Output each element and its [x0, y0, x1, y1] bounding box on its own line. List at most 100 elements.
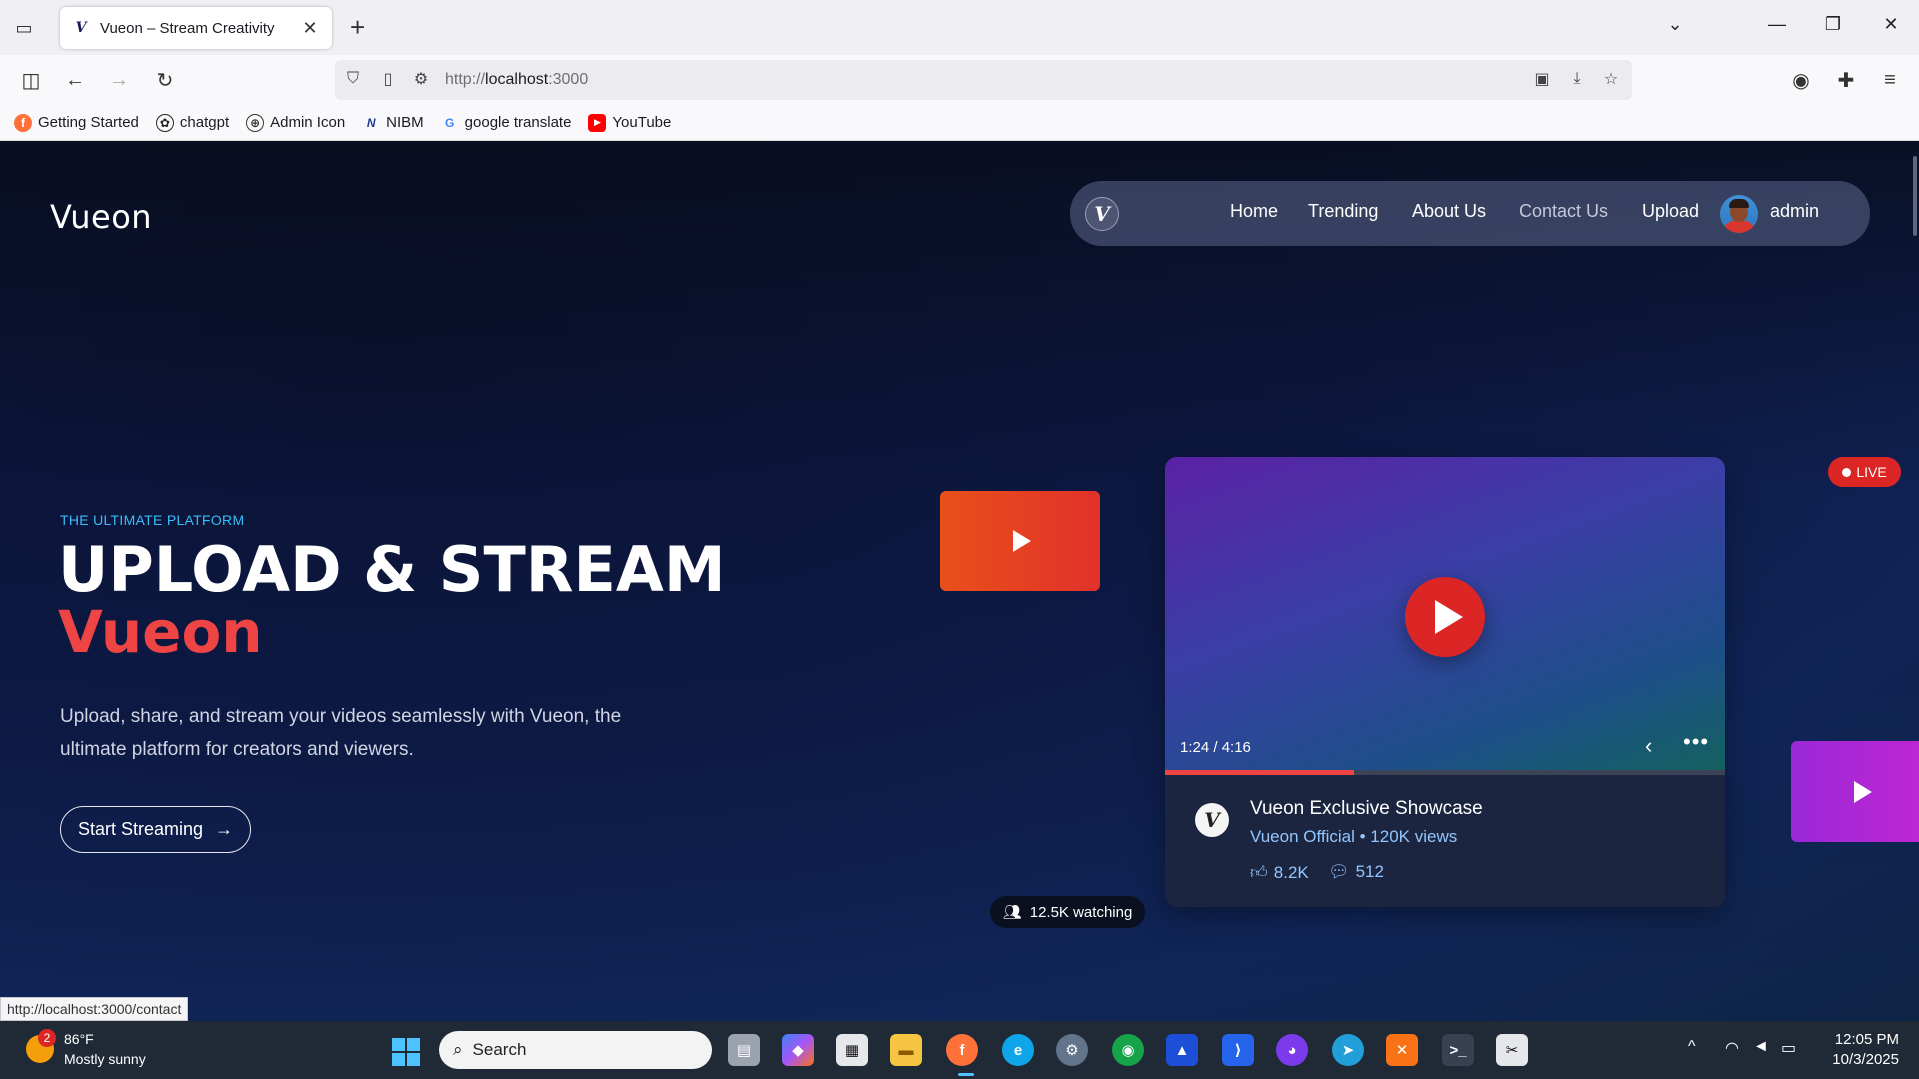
tray-overflow-chevron-icon[interactable]: ^	[1688, 1038, 1696, 1056]
wifi-icon[interactable]: ◠	[1725, 1038, 1739, 1058]
list-all-tabs-icon[interactable]: ⌄	[1660, 14, 1690, 35]
video-screen[interactable]: 1:24 / 4:16 ‹ •••	[1165, 457, 1725, 773]
clock-time[interactable]: 12:05 PM	[1827, 1031, 1899, 1048]
bookmark-label: NIBM	[386, 114, 424, 131]
edge-icon[interactable]: e	[1002, 1034, 1034, 1066]
comments-stat[interactable]: 💬︎ 512	[1328, 862, 1384, 882]
floating-video-card[interactable]	[940, 491, 1100, 591]
clock-date[interactable]: 10/3/2025	[1827, 1051, 1899, 1068]
link-status-url: http://localhost:3000/contact	[0, 997, 189, 1021]
url-host: localhost	[485, 71, 549, 88]
video-info: V Vueon Exclusive Showcase Vueon Officia…	[1165, 775, 1725, 907]
task-view-icon[interactable]: ▤	[728, 1034, 760, 1066]
nav-contact-us[interactable]: Contact Us	[1519, 201, 1608, 222]
youtube-icon: ▶	[588, 113, 607, 132]
hero-description: Upload, share, and stream your videos se…	[60, 706, 622, 760]
nav-upload[interactable]: Upload	[1642, 201, 1699, 222]
settings-gear-icon[interactable]: ⚙	[1056, 1034, 1088, 1066]
store-icon[interactable]: ▦	[836, 1034, 868, 1066]
avatar[interactable]	[1720, 195, 1758, 233]
site-logo[interactable]: Vueon	[50, 198, 152, 236]
minimize-icon[interactable]: —	[1762, 14, 1792, 35]
xampp-icon[interactable]: ✕	[1386, 1034, 1418, 1066]
vscode-icon[interactable]: ⟩	[1222, 1034, 1254, 1066]
bookmark-chatgpt[interactable]: ✿ chatgpt	[155, 113, 230, 132]
firefox-app-icon[interactable]: f	[946, 1034, 978, 1066]
vueon-logo-icon[interactable]: V	[1085, 197, 1119, 231]
start-streaming-button[interactable]: Start Streaming →	[60, 806, 251, 853]
nibm-icon: N	[366, 115, 376, 130]
video-meta: Vueon Official • 120K views	[1250, 827, 1458, 846]
video-time: 1:24 / 4:16	[1180, 739, 1251, 756]
chrome-icon[interactable]: ◉	[1112, 1034, 1144, 1066]
page-icon[interactable]: ▯	[377, 68, 399, 90]
bookmark-getting-started[interactable]: f Getting Started	[14, 113, 139, 132]
account-icon[interactable]: ◉	[1788, 67, 1814, 93]
taskbar-search[interactable]: ⌕ Search	[439, 1031, 712, 1069]
telegram-icon[interactable]: ➤	[1332, 1034, 1364, 1066]
users-icon: 👥︎	[1002, 904, 1022, 921]
bookmark-label: YouTube	[612, 114, 672, 131]
browser-tab[interactable]: V Vueon – Stream Creativity ✕	[60, 7, 332, 49]
bookmark-star-icon[interactable]: ☆	[1600, 68, 1622, 90]
page-content: Vueon V Home Trending About Us Contact U…	[0, 141, 1919, 1021]
battery-icon[interactable]: ▭	[1781, 1038, 1796, 1058]
url-scheme: http://	[445, 71, 486, 88]
channel-logo-icon[interactable]: V	[1195, 803, 1229, 837]
restore-icon[interactable]: ❐	[1818, 14, 1848, 35]
live-dot-icon	[1842, 467, 1852, 477]
start-windows-icon[interactable]	[392, 1038, 420, 1066]
nav-about-us[interactable]: About Us	[1412, 201, 1486, 222]
video-title[interactable]: Vueon Exclusive Showcase	[1250, 798, 1483, 820]
play-button[interactable]	[1405, 577, 1485, 657]
taskbar: 2 86°F Mostly sunny ⌕ Search ▤ ◆ ▦ ▬ f e…	[0, 1021, 1919, 1079]
tab-list-icon[interactable]: ▭	[12, 17, 36, 39]
hero-title-accent: Vueon	[58, 598, 263, 666]
bookmark-admin-icon[interactable]: ⊕ Admin Icon	[246, 113, 345, 132]
vueon-favicon-icon: V	[75, 20, 87, 36]
bookmark-nibm[interactable]: N NIBM	[362, 114, 424, 132]
permissions-icon[interactable]: ⚙	[410, 68, 432, 90]
volume-icon[interactable]: ◄	[1753, 1038, 1769, 1056]
bookmark-label: chatgpt	[179, 114, 230, 131]
snipping-tool-icon[interactable]: ✂	[1496, 1034, 1528, 1066]
reader-view-icon[interactable]: ▣	[1531, 68, 1553, 90]
extensions-icon[interactable]: ✚	[1833, 67, 1859, 93]
comment-icon: 💬︎	[1328, 862, 1350, 881]
more-options-icon[interactable]: •••	[1683, 729, 1709, 755]
start-streaming-label: Start Streaming	[77, 819, 204, 839]
back-icon[interactable]: ←	[62, 67, 88, 93]
bookmarks-bar: f Getting Started ✿ chatgpt ⊕ Admin Icon…	[0, 105, 1919, 141]
photos-icon[interactable]: ▲	[1166, 1034, 1198, 1066]
browser-toolbar: ◫ ← → ↻ ⛉ ▯ ⚙ http://localhost:3000 ▣ ⤓ …	[0, 55, 1919, 105]
shield-icon[interactable]: ⛉	[342, 68, 364, 90]
terminal-icon[interactable]: >_	[1442, 1034, 1474, 1066]
bookmark-youtube[interactable]: ▶ YouTube	[588, 113, 672, 132]
github-desktop-icon[interactable]: ◕	[1276, 1034, 1308, 1066]
sidebar-icon[interactable]: ◫	[18, 67, 44, 93]
bookmark-label: google translate	[464, 114, 572, 131]
new-tab-icon[interactable]: +	[350, 13, 365, 41]
chevron-left-icon[interactable]: ‹	[1645, 733, 1652, 759]
bookmark-google-translate[interactable]: G google translate	[441, 114, 572, 132]
weather-temp[interactable]: 86°F	[64, 1031, 94, 1047]
url-bar[interactable]: ⛉ ▯ ⚙ http://localhost:3000 ▣ ⤓ ☆	[335, 60, 1632, 100]
floating-video-card-purple[interactable]	[1791, 741, 1919, 842]
forward-icon[interactable]: →	[106, 67, 132, 93]
watching-count: 12.5K watching	[1029, 903, 1133, 921]
file-explorer-icon[interactable]: ▬	[890, 1034, 922, 1066]
copilot-icon[interactable]: ◆	[782, 1034, 814, 1066]
likes-stat[interactable]: 👍︎ 8.2K	[1250, 862, 1309, 883]
close-window-icon[interactable]: ✕	[1876, 14, 1906, 35]
play-icon	[1013, 530, 1031, 552]
url-text[interactable]: http://localhost:3000	[445, 71, 588, 89]
menu-icon[interactable]: ≡	[1877, 67, 1903, 93]
nav-home[interactable]: Home	[1230, 201, 1278, 222]
close-tab-icon[interactable]: ✕	[300, 18, 320, 39]
nav-trending[interactable]: Trending	[1308, 201, 1378, 222]
user-name[interactable]: admin	[1770, 201, 1819, 222]
weather-condition[interactable]: Mostly sunny	[64, 1051, 146, 1067]
save-pocket-icon[interactable]: ⤓	[1566, 68, 1588, 90]
scrollbar[interactable]	[1913, 156, 1917, 236]
reload-icon[interactable]: ↻	[152, 67, 178, 93]
